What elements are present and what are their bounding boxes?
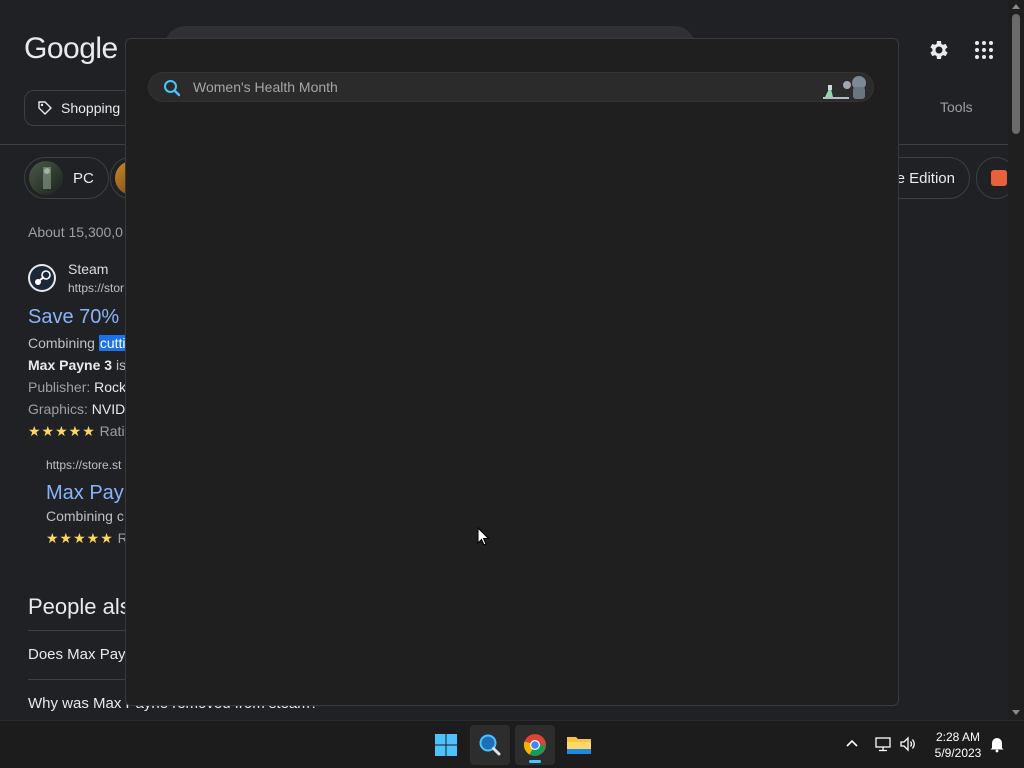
- tab-shopping[interactable]: Shopping: [24, 90, 134, 126]
- windows-search-input[interactable]: [193, 77, 793, 97]
- result-snippet-3: Publisher: Rock: [28, 379, 126, 395]
- file-explorer-icon: [567, 737, 591, 754]
- taskbar-clock[interactable]: 2:28 AM 5/9/2023: [924, 729, 992, 761]
- scrollbar-thumb[interactable]: [1012, 14, 1020, 134]
- filter-chip-pc-label: PC: [73, 169, 94, 187]
- people-also-ask-title: People als: [28, 594, 131, 619]
- running-indicator: [529, 760, 541, 763]
- rating-text: Rati: [99, 423, 125, 439]
- windows-taskbar: 2:28 AM 5/9/2023: [0, 720, 1024, 768]
- apps-grid-icon[interactable]: [972, 38, 996, 62]
- rating-stars: ★★★★★: [28, 423, 96, 439]
- network-icon[interactable]: [874, 735, 892, 753]
- filter-chip-linux[interactable]: [976, 157, 1008, 199]
- clock-date: 5/9/2023: [934, 746, 982, 760]
- scroll-down-arrow[interactable]: [1012, 710, 1020, 715]
- search-icon: [164, 80, 181, 97]
- paa-question-1[interactable]: Does Max Pay: [28, 646, 126, 663]
- result-count: About 15,300,0: [28, 224, 123, 240]
- steam-icon: [28, 264, 56, 292]
- snippet-2-bold: Max Payne 3: [28, 357, 113, 373]
- snippet-4-label: Graphics:: [28, 401, 88, 417]
- sub-result-url[interactable]: https://store.st: [46, 458, 121, 472]
- search-icon: [479, 734, 501, 756]
- windows-start-icon: [435, 734, 457, 756]
- snippet-3-value: Rock: [90, 379, 127, 395]
- snippet-2-rest: is: [112, 357, 127, 373]
- notification-bell-icon[interactable]: [988, 735, 1006, 753]
- snippet-1-prefix: Combining: [28, 335, 95, 351]
- tab-shopping-label: Shopping: [61, 100, 121, 116]
- taskbar-search-button[interactable]: [470, 725, 510, 765]
- search-highlight-illustration-icon: [823, 76, 866, 99]
- linux-icon: [991, 170, 1007, 186]
- chrome-icon: [523, 734, 546, 756]
- chevron-up-icon[interactable]: [843, 735, 861, 753]
- filter-chip-edition-label: te Edition: [892, 169, 955, 187]
- filter-chip-pc[interactable]: PC: [24, 157, 109, 199]
- taskbar-file-explorer-button[interactable]: [559, 725, 599, 765]
- result-rating: ★★★★★ Rati: [28, 423, 125, 440]
- page-scrollbar[interactable]: [1008, 0, 1024, 720]
- settings-gear-icon[interactable]: [926, 38, 950, 62]
- taskbar-chrome-button[interactable]: [515, 725, 555, 765]
- result-site-name: Steam: [68, 261, 109, 277]
- tag-icon: [38, 101, 52, 115]
- sub-result-title-link[interactable]: Max Payn: [46, 482, 135, 505]
- start-button[interactable]: [426, 725, 466, 765]
- sub-rating-stars: ★★★★★: [46, 530, 114, 546]
- volume-icon[interactable]: [899, 735, 917, 753]
- clock-time: 2:28 AM: [935, 730, 981, 744]
- windows-search-box[interactable]: [148, 72, 874, 102]
- snippet-1-highlight: cutti: [98, 335, 127, 351]
- sub-result-rating: ★★★★★ R: [46, 530, 128, 547]
- google-logo[interactable]: Google: [24, 32, 118, 66]
- result-snippet-1: Combining cutti: [28, 335, 127, 351]
- tools-button[interactable]: Tools: [940, 99, 973, 115]
- mouse-cursor-icon: [477, 527, 490, 546]
- scroll-up-arrow[interactable]: [1012, 4, 1020, 9]
- result-title-link[interactable]: Save 70% c: [28, 306, 135, 329]
- result-snippet-2: Max Payne 3 is: [28, 357, 126, 373]
- result-site-url[interactable]: https://stor: [68, 281, 124, 295]
- snippet-4-value: NVIDI: [87, 401, 130, 417]
- pc-thumbnail: [29, 161, 63, 195]
- snippet-3-label: Publisher:: [28, 379, 91, 395]
- sub-result-snippet: Combining c: [46, 508, 124, 524]
- windows-search-panel: [125, 38, 899, 706]
- result-snippet-4: Graphics: NVIDI: [28, 401, 129, 417]
